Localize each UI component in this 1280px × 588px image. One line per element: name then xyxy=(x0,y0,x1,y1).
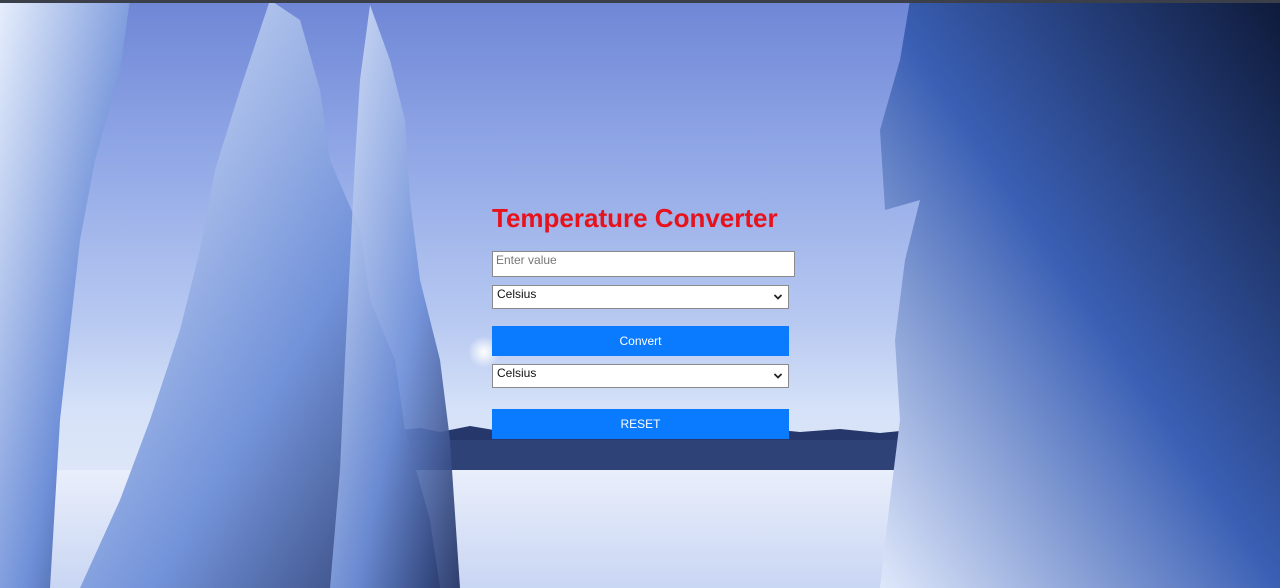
chevron-down-icon xyxy=(773,373,783,379)
to-unit-value: Celsius xyxy=(497,366,537,380)
converter-form: Temperature Converter Celsius Convert Ce… xyxy=(492,198,796,439)
chevron-down-icon xyxy=(773,294,783,300)
top-strip xyxy=(0,0,1280,3)
from-unit-select[interactable]: Celsius xyxy=(492,285,789,309)
page-title: Temperature Converter xyxy=(492,203,778,233)
value-input[interactable] xyxy=(492,251,795,277)
convert-button[interactable]: Convert xyxy=(492,326,789,356)
page-background: Temperature Converter Celsius Convert Ce… xyxy=(0,0,1280,588)
to-unit-select[interactable]: Celsius xyxy=(492,364,789,388)
reset-button[interactable]: RESET xyxy=(492,409,789,439)
from-unit-value: Celsius xyxy=(497,287,537,301)
